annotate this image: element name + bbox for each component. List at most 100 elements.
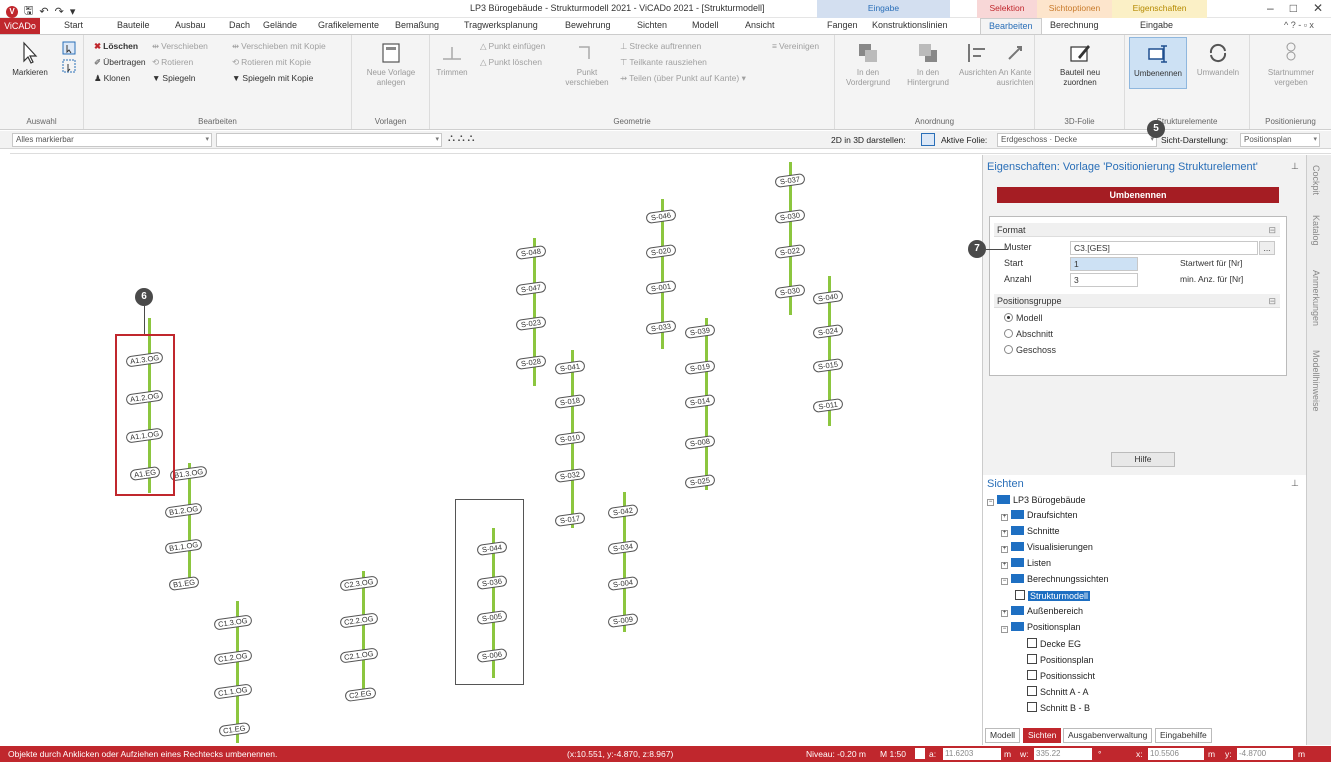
tree-item-strukturmodell[interactable]: Strukturmodell	[1015, 590, 1091, 601]
format-section[interactable]: Format ⊟	[994, 223, 1280, 237]
tab-eingabe[interactable]: Eingabe	[1140, 20, 1173, 30]
close-button[interactable]: ✕	[1313, 1, 1323, 15]
tab-modell[interactable]: Modell	[692, 20, 719, 30]
tab-berechnung[interactable]: Berechnung	[1050, 20, 1099, 30]
tree-item-aussenbereich[interactable]: + Außenbereich	[1001, 606, 1083, 617]
collapse-icon[interactable]: ⊟	[1268, 294, 1276, 308]
tab-bewehrung[interactable]: Bewehrung	[565, 20, 611, 30]
status-w-field[interactable]: 335.22	[1034, 748, 1092, 760]
status-y-field[interactable]: -4.8700	[1237, 748, 1293, 760]
tab-bearbeiten[interactable]: Bearbeiten	[980, 18, 1042, 34]
an-kante-button[interactable]: An Kante ausrichten	[995, 41, 1035, 88]
tab-bauteile[interactable]: Bauteile	[117, 20, 150, 30]
loeschen-button[interactable]: ✖ Löschen	[94, 41, 138, 52]
tab-vicado[interactable]: ViCADo	[0, 18, 40, 34]
anzahl-field[interactable]: 3	[1070, 273, 1138, 287]
tab-sichten[interactable]: Sichten	[637, 20, 667, 30]
start-field[interactable]: 1	[1070, 257, 1138, 271]
uebertragen-button[interactable]: ✐ Übertragen	[94, 57, 146, 68]
neue-vorlage-button[interactable]: Neue Vorlage anlegen	[364, 41, 418, 88]
tab-sichten-panel[interactable]: Sichten	[1023, 728, 1062, 743]
filter-select[interactable]: Alles markierbar ▾	[12, 133, 212, 147]
structure-column-c2[interactable]	[362, 571, 365, 693]
startnummer-button[interactable]: Startnummer vergeben	[1258, 41, 1324, 88]
expand-icon[interactable]: +	[1001, 514, 1008, 521]
side-tab-anmerkungen[interactable]: Anmerkungen	[1311, 270, 1321, 326]
status-a-field[interactable]: 11.6203	[943, 748, 1001, 760]
pin-icon[interactable]: ⊥	[1291, 161, 1299, 172]
structure-column-b1[interactable]	[188, 463, 191, 583]
tab-dach[interactable]: Dach	[229, 20, 250, 30]
tree-item-positionsplan-sub[interactable]: Positionsplan	[1027, 654, 1094, 665]
select-box-icon[interactable]	[62, 41, 76, 55]
tab-ansicht[interactable]: Ansicht	[745, 20, 775, 30]
tab-ausbau[interactable]: Ausbau	[175, 20, 206, 30]
trimmen-button[interactable]: Trimmen	[432, 41, 472, 78]
markieren-button[interactable]: Markieren	[8, 41, 52, 78]
tab-bemassung[interactable]: Bemaßung	[395, 20, 439, 30]
pin-icon[interactable]: ⊥	[1291, 478, 1299, 489]
tree-item-visualisierungen[interactable]: + Visualisierungen	[1001, 542, 1093, 553]
spiegeln-kopie-button[interactable]: ▼ Spiegeln mit Kopie	[232, 73, 313, 83]
bauteil-neu-zuordnen-button[interactable]: Bauteil neu zuordnen	[1049, 41, 1111, 88]
tab-tragwerksplanung[interactable]: Tragwerksplanung	[464, 20, 538, 30]
binoculars-icon[interactable]: ⛬ ⛬ ⛬	[448, 133, 475, 144]
tree-item-schnitt-bb[interactable]: Schnitt B - B	[1027, 702, 1090, 713]
radio-abschnitt[interactable]: Abschnitt	[1004, 329, 1053, 339]
filter-select-2[interactable]: ▾	[216, 133, 442, 147]
tab-ausgabenverwaltung[interactable]: Ausgabenverwaltung	[1063, 728, 1153, 743]
radio-geschoss[interactable]: Geschoss	[1004, 345, 1056, 355]
tab-grafikelemente[interactable]: Grafikelemente	[318, 20, 379, 30]
verschieben-kopie-button[interactable]: ⇹ Verschieben mit Kopie	[232, 41, 326, 52]
collapse-icon[interactable]: −	[1001, 626, 1008, 633]
collapse-icon[interactable]: ⊟	[1268, 223, 1276, 237]
radio-modell[interactable]: Modell	[1004, 313, 1043, 323]
side-tab-modellhinweise[interactable]: Modellhinweise	[1311, 350, 1321, 412]
minimize-button[interactable]: –	[1267, 1, 1274, 15]
tab-eingabehilfe[interactable]: Eingabehilfe	[1155, 728, 1212, 743]
positionsgruppe-section[interactable]: Positionsgruppe ⊟	[994, 294, 1280, 308]
tree-item-schnitt-aa[interactable]: Schnitt A - A	[1027, 686, 1089, 697]
tab-modell-panel[interactable]: Modell	[985, 728, 1021, 743]
side-tab-katalog[interactable]: Katalog	[1311, 215, 1321, 246]
rotieren-kopie-button[interactable]: ⟲ Rotieren mit Kopie	[232, 57, 311, 68]
hilfe-button[interactable]: Hilfe	[1111, 452, 1175, 467]
umbenennen-button[interactable]: Umbenennen	[1129, 37, 1187, 89]
hintergrund-button[interactable]: In den Hintergrund	[899, 41, 957, 88]
muster-browse-button[interactable]: ...	[1259, 241, 1275, 255]
spiegeln-button[interactable]: ▼ Spiegeln	[152, 73, 196, 83]
collapse-icon[interactable]: −	[987, 499, 994, 506]
expand-icon[interactable]: +	[1001, 562, 1008, 569]
maximize-button[interactable]: □	[1290, 1, 1297, 15]
folie-select[interactable]: Erdgeschoss · Decke ▾	[997, 133, 1157, 147]
tree-item-berechnungssichten[interactable]: − Berechnungssichten	[1001, 574, 1109, 585]
tab-konstruktionslinien[interactable]: Konstruktionslinien	[872, 20, 948, 30]
punkt-verschieben-button[interactable]: Punkt verschieben	[564, 41, 610, 88]
redo-icon[interactable]: ↷	[55, 5, 64, 18]
tree-item-decke-eg[interactable]: Decke EG	[1027, 638, 1081, 649]
tree-item-positionssicht[interactable]: Positionssicht	[1027, 670, 1095, 681]
side-tab-cockpit[interactable]: Cockpit	[1311, 165, 1321, 195]
collapse-icon[interactable]: −	[1001, 578, 1008, 585]
status-x-field[interactable]: 10.5506	[1148, 748, 1204, 760]
punkt-loeschen-button[interactable]: △ Punkt löschen	[480, 57, 542, 68]
umwandeln-button[interactable]: Umwandeln	[1191, 41, 1245, 78]
verschieben-button[interactable]: ⇹ Verschieben	[152, 41, 208, 52]
rotieren-button[interactable]: ⟲ Rotieren	[152, 57, 193, 68]
teilen-button[interactable]: ⇸ Teilen (über Punkt auf Kante) ▾	[620, 73, 746, 84]
tree-item-listen[interactable]: + Listen	[1001, 558, 1051, 569]
tab-gelaende[interactable]: Gelände	[263, 20, 297, 30]
teilkante-button[interactable]: ⊤ Teilkante rausziehen	[620, 57, 707, 68]
tab-start[interactable]: Start	[64, 20, 83, 30]
strecke-auftrennen-button[interactable]: ⊥ Strecke auftrennen	[620, 41, 701, 52]
vordergrund-button[interactable]: In den Vordergrund	[839, 41, 897, 88]
klonen-button[interactable]: ♟ Klonen	[94, 73, 130, 84]
expand-icon[interactable]: +	[1001, 610, 1008, 617]
undo-icon[interactable]: ↶	[39, 5, 48, 18]
sicht-select[interactable]: Positionsplan ▾	[1240, 133, 1320, 147]
vereinigen-button[interactable]: ≡ Vereinigen	[772, 41, 819, 51]
select-window-icon[interactable]	[62, 59, 76, 73]
expand-icon[interactable]: +	[1001, 546, 1008, 553]
tab-fangen[interactable]: Fangen	[827, 20, 858, 30]
tree-root[interactable]: − LP3 Bürogebäude	[987, 495, 1086, 506]
